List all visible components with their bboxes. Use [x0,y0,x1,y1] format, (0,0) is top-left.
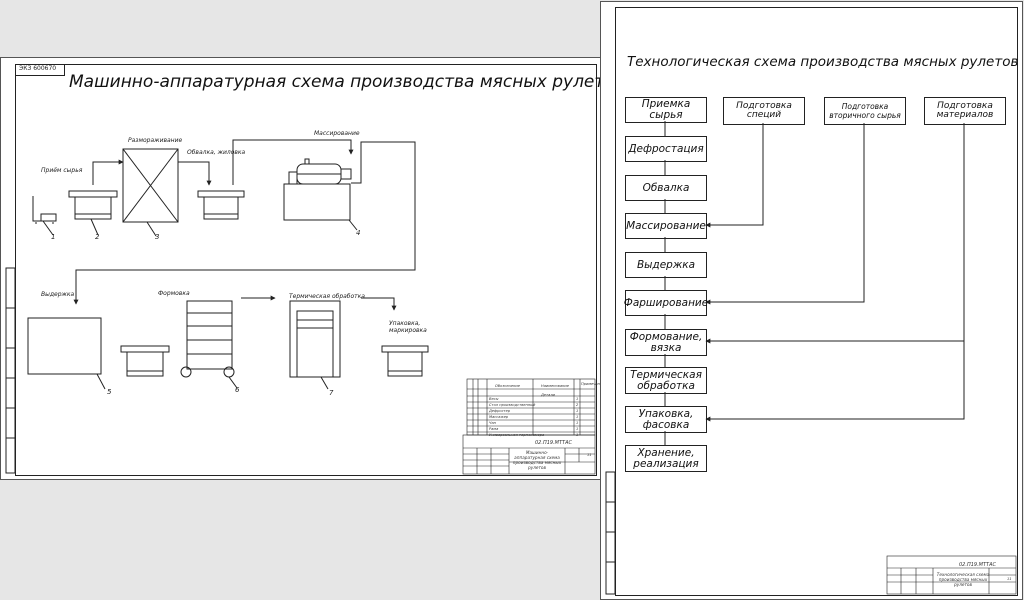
spec-table [466,378,596,436]
forming-table-icon [120,345,170,377]
left-margin-strip [5,267,16,474]
thermal-chamber-icon [289,300,341,378]
rack-icon [180,300,235,378]
packaging-table-icon [381,345,429,377]
right-sheet: Технологическая схема производства мясны… [600,1,1023,600]
massager-icon [283,158,352,221]
right-flow-lines [605,121,1017,595]
holding-container-icon [27,317,102,375]
left-stamp [462,434,596,475]
right-stamp [886,555,1017,595]
defroster-icon [122,148,179,223]
left-drawing [5,139,596,475]
production-table-icon [68,190,118,220]
deboning-table-icon [197,190,245,220]
scales-icon [32,196,57,224]
left-sheet: ЭКЗ 600670 Машинно-аппаратурная схема пр… [0,57,625,480]
